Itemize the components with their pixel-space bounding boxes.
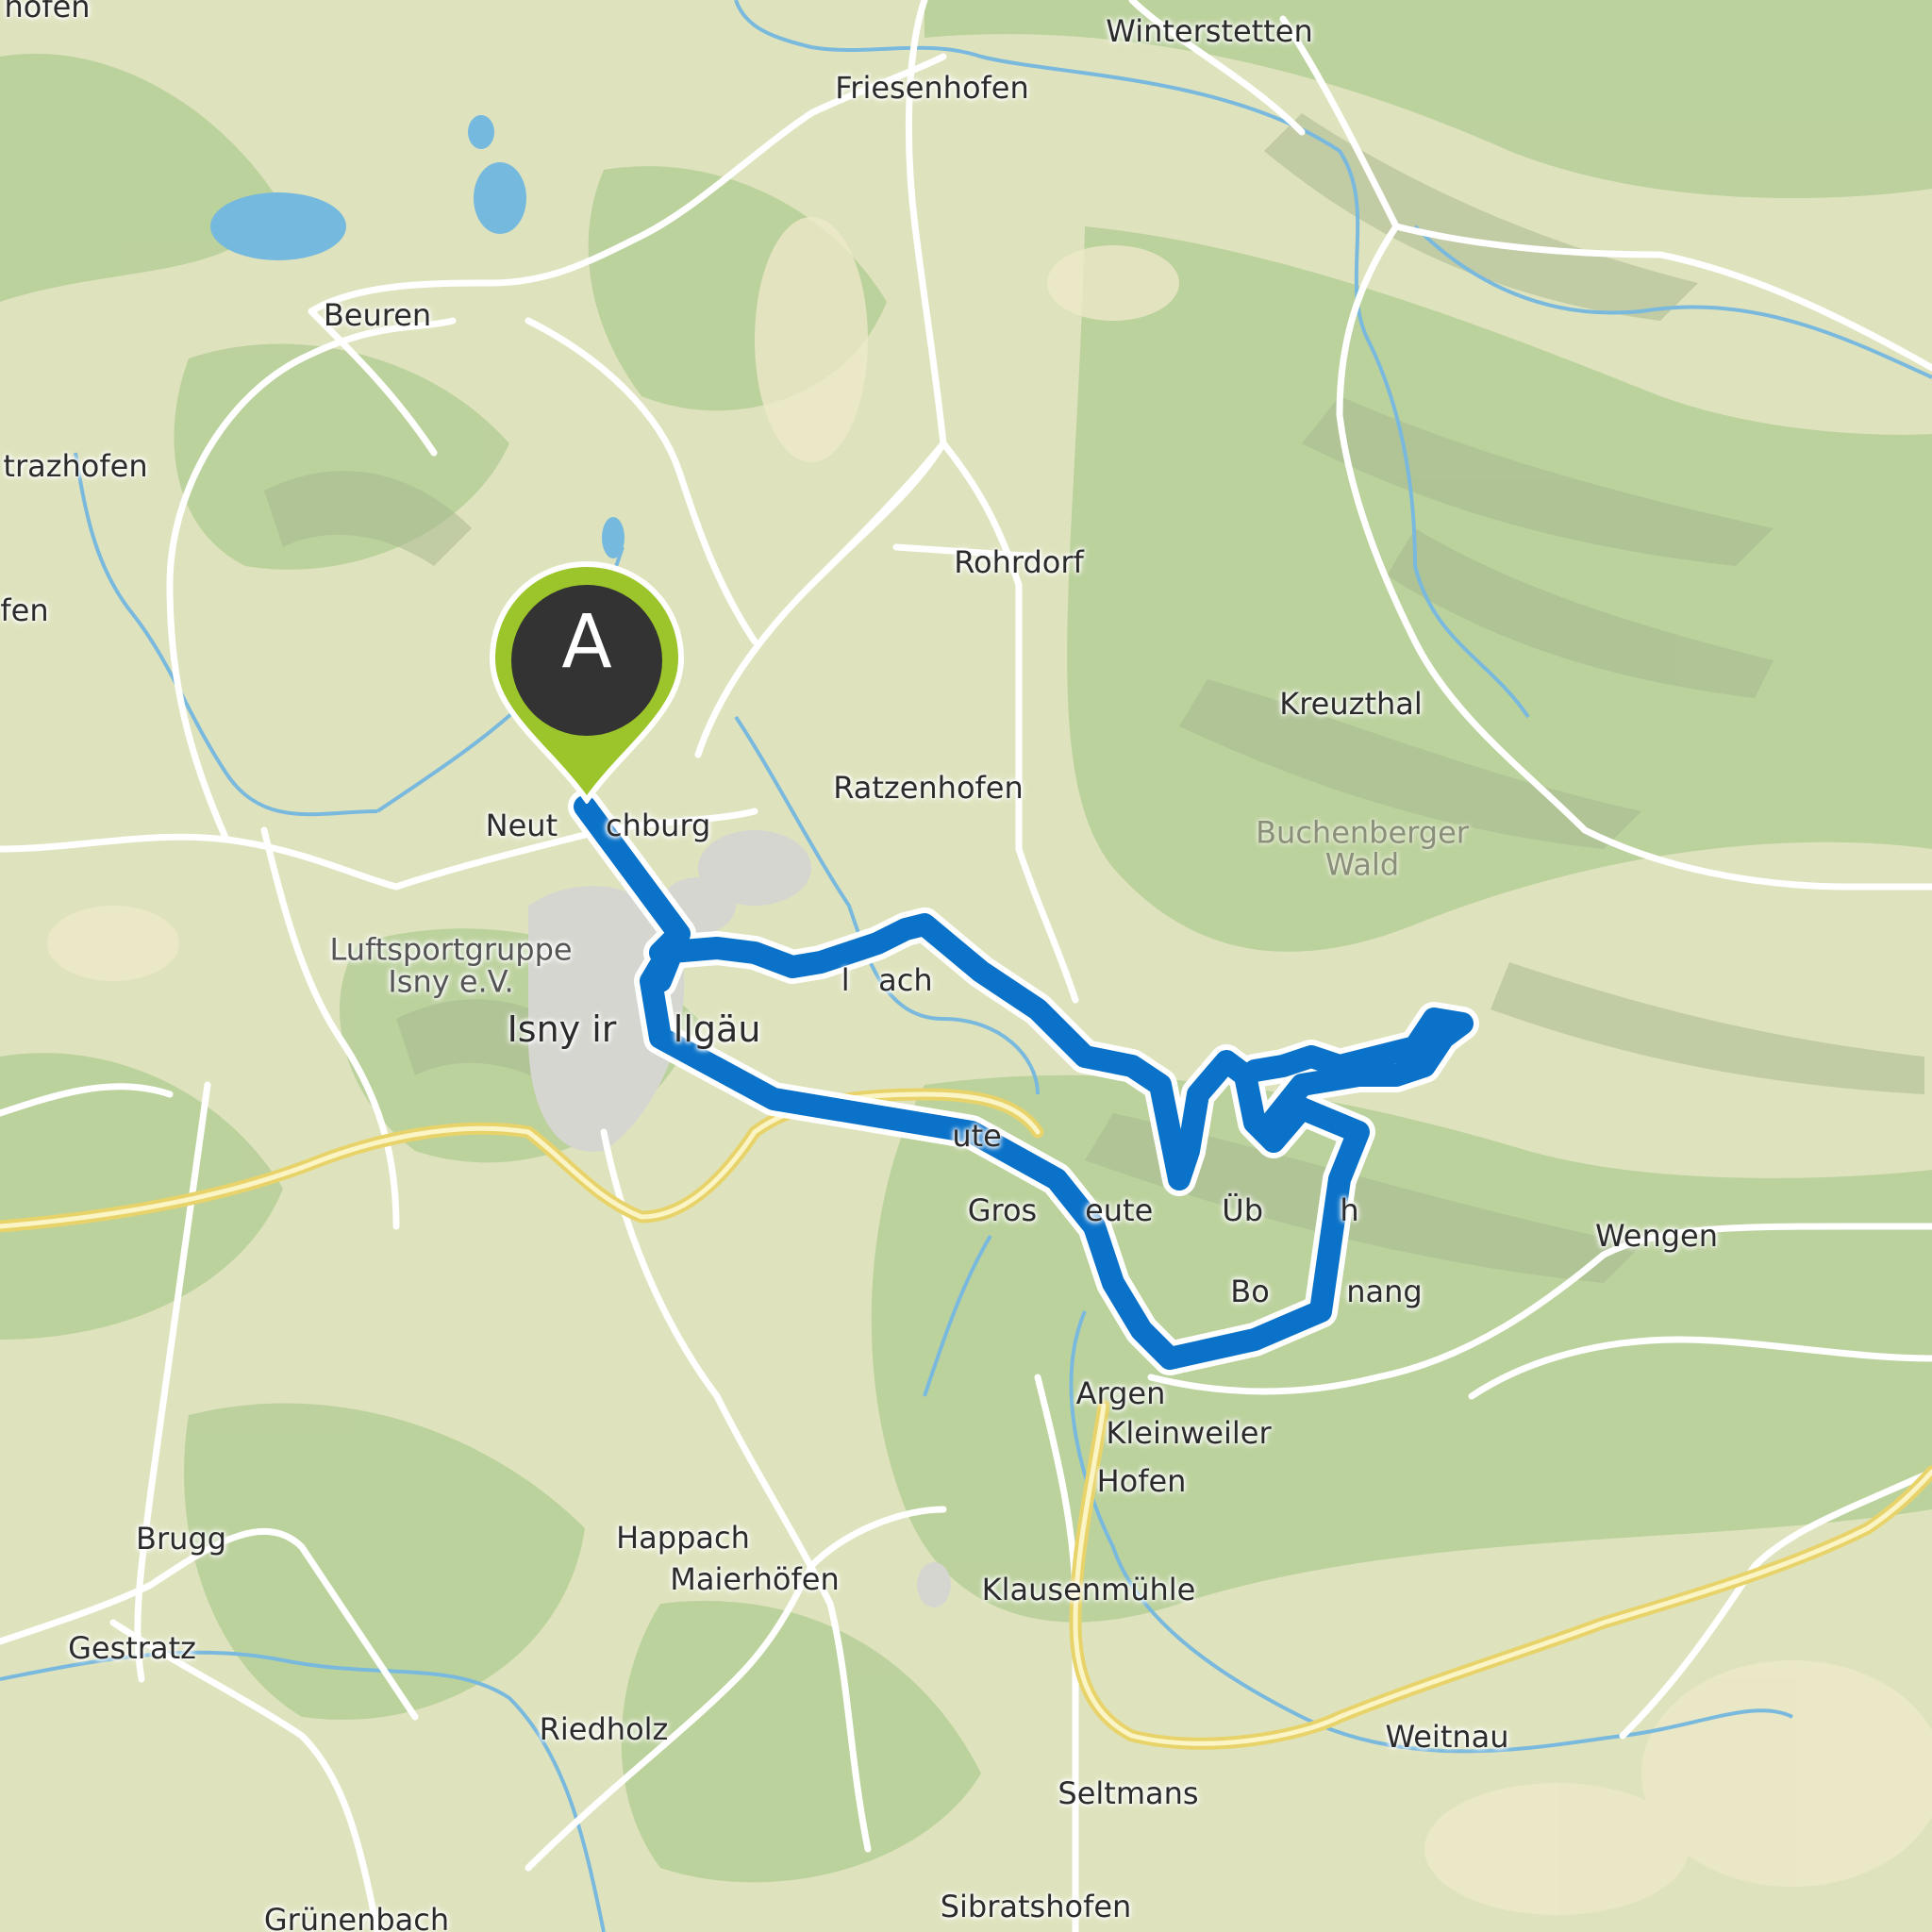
place-label-brugg: Brugg <box>135 1521 227 1557</box>
place-label-friesenhofen: Friesenhofen <box>835 70 1029 107</box>
place-label-kreuzthal: Kreuzthal <box>1279 686 1423 723</box>
place-label-buchenberger-wald: Buchenberger Wald <box>1256 814 1469 882</box>
place-label-bolsterlang: Bo nang <box>1230 1274 1423 1310</box>
place-label-hofen: Hofen <box>1096 1463 1187 1500</box>
place-label-fen: fen <box>0 592 49 629</box>
start-marker-label: A <box>561 600 612 685</box>
place-label-ratzenhofen: Ratzenhofen <box>833 770 1024 807</box>
place-label-neute: ute <box>885 1118 1002 1155</box>
place-label-weitnau: Weitnau <box>1385 1719 1509 1756</box>
place-label-ueberruh: Üb h <box>1222 1192 1359 1229</box>
place-label-gruenenbach: Grünenbach <box>263 1902 450 1932</box>
place-label-luftsportgruppe: Luftsportgruppe Isny e.V. <box>329 931 573 999</box>
place-label-happach: Happach <box>616 1520 750 1557</box>
place-label-argen: Argen <box>1075 1375 1166 1412</box>
place-label-maierhoefen: Maierhöfen <box>670 1561 840 1598</box>
place-label-seltmans: Seltmans <box>1058 1775 1199 1812</box>
place-label-kleinweiler: Kleinweiler <box>1106 1415 1272 1452</box>
place-label-klausenmuehle: Klausenmühle <box>981 1572 1196 1608</box>
place-label-wengen: Wengen <box>1594 1218 1719 1255</box>
place-label-neutrauchburg: Neut chburg <box>485 808 711 844</box>
place-label-bach: l ach <box>822 962 933 999</box>
start-marker[interactable]: A <box>483 558 691 806</box>
place-label-grossholzleute: Gros eute <box>967 1192 1154 1229</box>
place-label-riedholz: Riedholz <box>539 1711 669 1748</box>
place-label-rohrdorf: Rohrdorf <box>954 544 1084 581</box>
place-label-winterstetten: Winterstetten <box>1106 13 1313 50</box>
place-label-hofen-top: hofen <box>4 0 91 25</box>
place-label-strazhofen: trazhofen <box>3 448 148 485</box>
route-layer <box>568 790 1479 1375</box>
place-label-beuren: Beuren <box>323 297 432 334</box>
place-label-isny: Isny ir llgäu <box>507 1008 761 1051</box>
map-canvas[interactable]: Winterstetten Friesenhofen Beuren trazho… <box>0 0 1932 1932</box>
place-label-sibratshofen: Sibratshofen <box>940 1889 1132 1925</box>
place-label-gestratz: Gestratz <box>68 1630 196 1667</box>
